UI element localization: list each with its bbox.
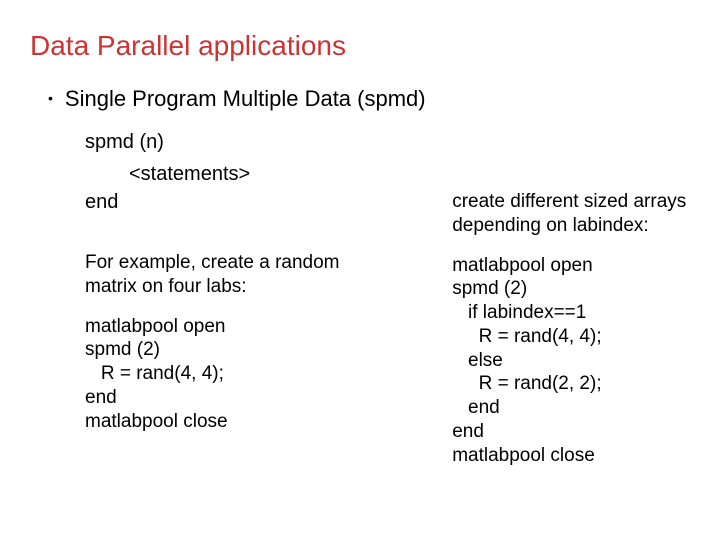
code-line: end: [85, 386, 392, 410]
page-title: Data Parallel applications: [30, 30, 690, 62]
syntax-end: end: [85, 190, 392, 215]
bullet-text: Single Program Multiple Data (spmd): [65, 86, 426, 112]
code-line: R = rand(2, 2);: [452, 372, 690, 396]
right-column: create different sized arrays depending …: [452, 190, 690, 467]
bullet-item: • Single Program Multiple Data (spmd): [48, 86, 690, 112]
code-line: matlabpool close: [85, 410, 392, 434]
code-line: matlabpool close: [452, 444, 690, 468]
code-line: matlabpool open: [452, 254, 690, 278]
left-intro: For example, create a random matrix on f…: [85, 251, 392, 299]
code-line: else: [452, 349, 690, 373]
right-intro: create different sized arrays depending …: [452, 190, 690, 238]
code-line: R = rand(4, 4);: [85, 362, 392, 386]
code-line: spmd (2): [452, 277, 690, 301]
syntax-line: <statements>: [129, 158, 690, 190]
syntax-line: spmd (n): [85, 126, 690, 158]
code-line: spmd (2): [85, 338, 392, 362]
code-line: end: [452, 420, 690, 444]
code-line: end: [452, 396, 690, 420]
bullet-icon: •: [48, 90, 53, 106]
code-line: R = rand(4, 4);: [452, 325, 690, 349]
syntax-block: spmd (n) <statements>: [85, 126, 690, 190]
code-line: if labindex==1: [452, 301, 690, 325]
code-line: matlabpool open: [85, 315, 392, 339]
left-column: end For example, create a random matrix …: [85, 190, 392, 467]
